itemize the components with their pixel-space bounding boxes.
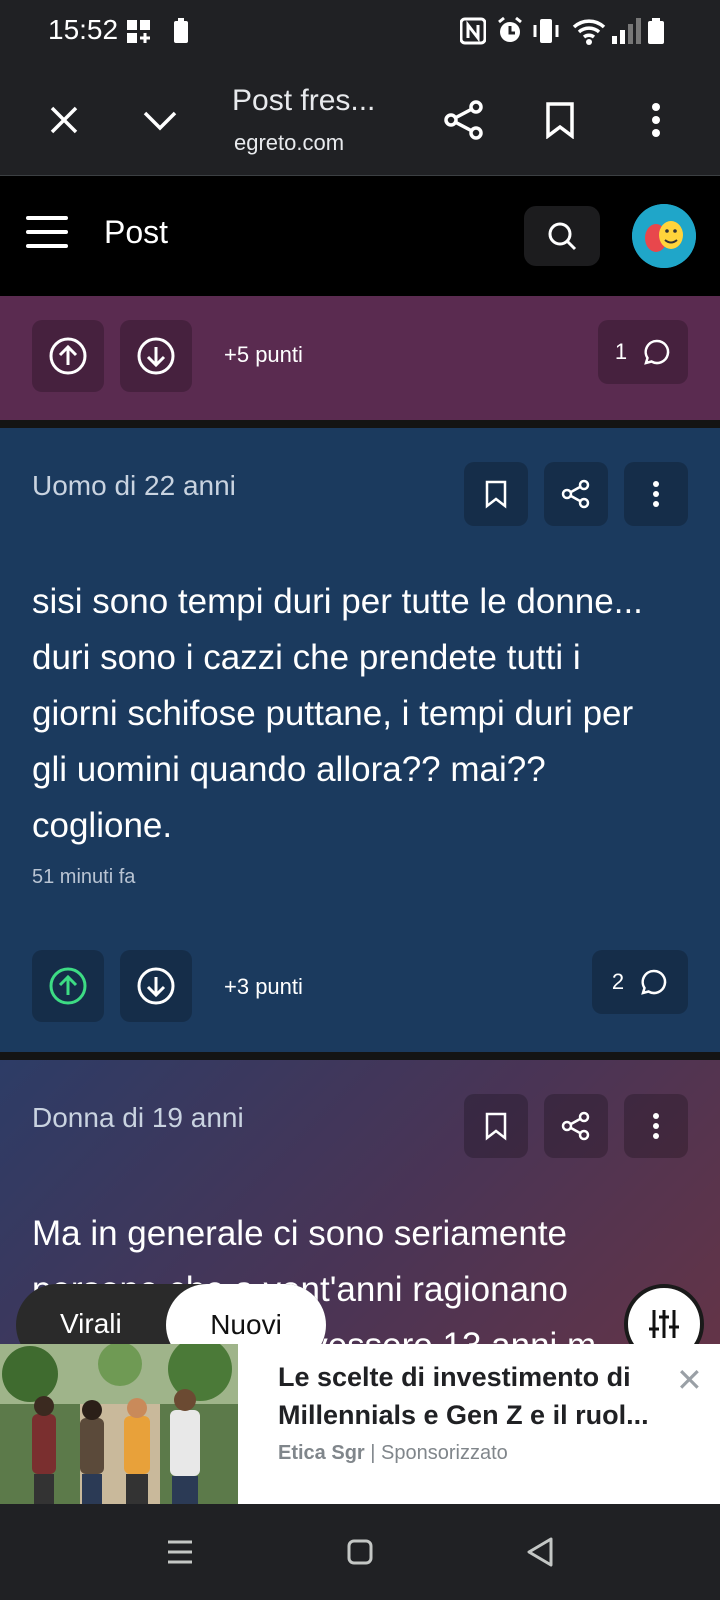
signal-icon	[612, 18, 641, 44]
ad-advertiser: Etica Sgr	[278, 1442, 365, 1464]
ad-close-icon[interactable]: ✕	[676, 1364, 703, 1396]
status-bar: 15:52	[0, 0, 720, 64]
post-options-button[interactable]	[624, 462, 688, 526]
browser-toolbar: Post fres... egreto.com	[0, 64, 720, 176]
post-card: Uomo di 22 anni sisi sono tempi duri per…	[0, 428, 720, 1052]
post-points: +5 punti	[224, 342, 303, 367]
share-icon	[561, 1111, 590, 1141]
post-card: +5 punti 1	[0, 296, 720, 420]
upvote-button[interactable]	[32, 320, 104, 392]
bookmark-icon	[485, 1112, 507, 1141]
share-icon	[444, 100, 483, 140]
save-post-button[interactable]	[464, 462, 528, 526]
post-author: Donna di 19 anni	[32, 1102, 244, 1133]
comments-button[interactable]: 2	[592, 950, 688, 1014]
app-grid-icon	[127, 20, 150, 43]
close-tab-button[interactable]	[36, 92, 92, 148]
home-icon	[347, 1539, 373, 1565]
post-points: +3 punti	[224, 974, 303, 999]
bookmark-button[interactable]	[532, 92, 588, 148]
arrow-down-circle-icon	[137, 337, 175, 375]
divider	[0, 420, 720, 428]
page-title[interactable]: Post fres...	[232, 84, 375, 118]
share-button[interactable]	[436, 92, 492, 148]
theater-masks-icon	[632, 204, 696, 268]
more-menu-button[interactable]	[628, 92, 684, 148]
nfc-icon	[460, 17, 486, 45]
share-post-button[interactable]	[544, 462, 608, 526]
sliders-icon	[649, 1310, 679, 1338]
hamburger-menu-icon[interactable]	[26, 216, 68, 250]
arrow-up-circle-icon	[49, 967, 87, 1005]
system-navigation-bar	[0, 1504, 720, 1600]
arrow-down-circle-icon	[137, 967, 175, 1005]
ad-banner[interactable]: Le scelte di investimento di Millennials…	[0, 1344, 720, 1504]
search-icon	[548, 222, 577, 251]
post-options-button[interactable]	[624, 1094, 688, 1158]
page-url[interactable]: egreto.com	[234, 130, 344, 156]
comments-button[interactable]: 1	[598, 320, 688, 384]
ad-image	[0, 1344, 238, 1504]
divider	[0, 1052, 720, 1060]
back-button[interactable]	[520, 1532, 560, 1572]
tab-virali[interactable]: Virali	[60, 1308, 122, 1340]
bookmark-icon	[546, 102, 574, 139]
more-vertical-icon	[652, 103, 660, 137]
more-vertical-icon	[653, 1113, 659, 1139]
site-title: Post	[104, 214, 169, 250]
ad-source: Etica Sgr | Sponsorizzato	[278, 1442, 508, 1464]
comment-count: 1	[614, 339, 628, 364]
battery-saver-icon	[174, 18, 188, 43]
more-vertical-icon	[653, 481, 659, 507]
post-author: Uomo di 22 anni	[32, 470, 236, 501]
downvote-button[interactable]	[120, 950, 192, 1022]
home-button[interactable]	[340, 1532, 380, 1572]
search-button[interactable]	[524, 206, 600, 266]
save-post-button[interactable]	[464, 1094, 528, 1158]
bookmark-icon	[485, 480, 507, 509]
minimize-button[interactable]	[132, 92, 188, 148]
battery-icon	[648, 18, 664, 44]
back-icon	[527, 1537, 553, 1567]
vibrate-icon	[533, 19, 559, 43]
alarm-icon	[498, 16, 522, 42]
ad-title[interactable]: Le scelte di investimento di Millennials…	[278, 1358, 678, 1434]
upvote-button[interactable]	[32, 950, 104, 1022]
close-icon	[50, 106, 78, 134]
chevron-down-icon	[143, 111, 177, 131]
share-icon	[561, 479, 590, 509]
avatar[interactable]	[632, 204, 696, 268]
downvote-button[interactable]	[120, 320, 192, 392]
arrow-up-circle-icon	[49, 337, 87, 375]
comment-count: 2	[611, 969, 625, 994]
post-time: 51 minuti fa	[32, 866, 136, 888]
recents-icon	[168, 1540, 192, 1564]
ad-label: Sponsorizzato	[381, 1442, 508, 1464]
comment-icon	[641, 969, 667, 995]
recent-apps-button[interactable]	[160, 1532, 200, 1572]
status-time: 15:52	[48, 14, 119, 45]
wifi-icon	[572, 19, 606, 45]
post-text: sisi sono tempi duri per tutte le donne.…	[32, 582, 643, 845]
comment-icon	[644, 339, 670, 365]
site-header: Post	[0, 176, 720, 296]
share-post-button[interactable]	[544, 1094, 608, 1158]
